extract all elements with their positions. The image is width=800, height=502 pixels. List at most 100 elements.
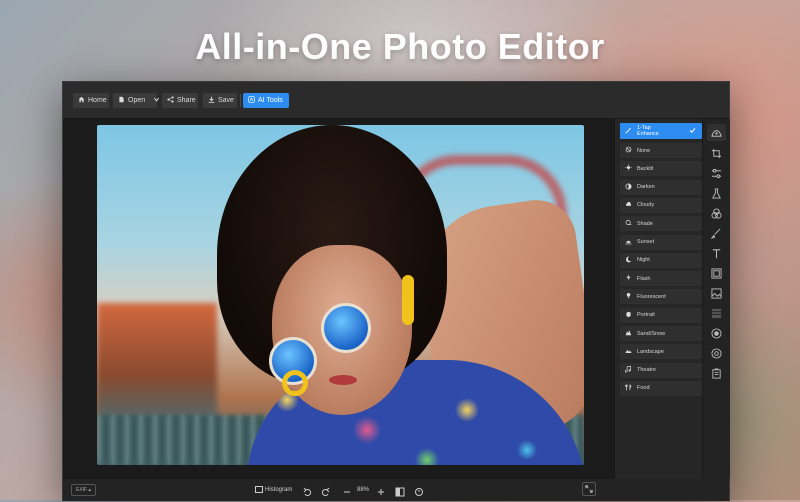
compare-icon[interactable] (395, 484, 405, 497)
preset-darken[interactable]: Darken (620, 179, 702, 195)
none-icon (625, 146, 632, 155)
preset-night[interactable]: Night (620, 252, 702, 268)
image-overlay-icon[interactable] (711, 286, 722, 299)
preset-label: None (637, 147, 651, 154)
photo-earring-right (402, 275, 414, 325)
text-icon[interactable] (711, 246, 722, 259)
sand-snow-icon (625, 329, 632, 338)
redo-icon[interactable] (320, 484, 330, 497)
preset-flash[interactable]: Flash (620, 271, 702, 287)
home-icon (78, 96, 85, 105)
fit-screen-button[interactable] (582, 482, 596, 496)
open-button[interactable]: Open (113, 93, 160, 108)
preset-label: Sunset (637, 239, 655, 245)
canvas-area[interactable] (63, 119, 614, 479)
save-button[interactable]: Save (203, 93, 237, 108)
photo-lips (329, 375, 357, 385)
darken-icon (625, 183, 632, 192)
photo-sunglass-lens-right (321, 303, 371, 353)
preset-label: Cloudy (637, 202, 655, 209)
histogram-label: Histogram (265, 487, 293, 493)
zoom-level: 88% (357, 487, 370, 493)
theatre-icon (624, 365, 632, 375)
preset-label: Portrait (637, 312, 655, 319)
preset-sand-snow[interactable]: Sand/Snow (620, 326, 702, 341)
histogram-button[interactable]: Histogram (255, 483, 292, 497)
photo-building (97, 303, 217, 423)
food-icon (625, 384, 632, 393)
enhance-tool-icon[interactable] (707, 124, 726, 141)
editor-window: Home Open Share Save AI Tools 1-Tap Enha… (62, 81, 730, 501)
fit-screen-icon (585, 480, 593, 498)
portrait-icon (625, 311, 632, 320)
download-icon (208, 96, 215, 105)
share-button[interactable]: Share (162, 93, 198, 108)
preset-shade[interactable]: Shade (620, 216, 702, 232)
ai-icon (248, 96, 255, 105)
vignette-icon[interactable] (711, 326, 722, 339)
preset-label: Night (637, 257, 650, 264)
open-label: Open (128, 97, 146, 104)
preset-label: Backlit (637, 165, 654, 172)
histogram-icon (255, 485, 263, 493)
color-circles-icon[interactable] (711, 206, 722, 219)
share-icon (167, 96, 174, 105)
flash-icon (625, 274, 632, 283)
zoom-in-icon[interactable] (376, 484, 386, 495)
backlit-icon (625, 164, 632, 173)
preset-label: Sand/Snow (637, 330, 666, 337)
ai-tools-label: AI Tools (258, 97, 283, 104)
preset-food[interactable]: Food (620, 380, 702, 396)
preset-label: Fluorescent (637, 293, 666, 300)
preset-cloudy[interactable]: Cloudy (620, 197, 702, 213)
cloud-icon (625, 201, 632, 210)
zoom-out-icon[interactable] (342, 484, 352, 494)
undo-icon[interactable] (303, 484, 313, 497)
presets-panel: 1-Tap Enhance None Backlit Darken Cloudy Shad… (614, 119, 703, 479)
preset-label: Flash (637, 275, 651, 282)
crop-icon[interactable] (711, 146, 722, 159)
preset-label: Darken (637, 184, 655, 191)
moon-icon (625, 256, 632, 265)
frame-icon[interactable] (711, 266, 722, 279)
flask-icon[interactable] (711, 186, 722, 199)
texture-icon[interactable] (711, 306, 722, 319)
preset-1-tap-enhance[interactable]: 1-Tap Enhance (620, 123, 702, 139)
file-icon (118, 96, 125, 105)
exif-label: EXIF (76, 487, 88, 493)
shade-icon (625, 219, 632, 228)
preset-backlit[interactable]: Backlit (620, 161, 702, 177)
landscape-icon (625, 347, 632, 356)
chevron-down-icon[interactable] (153, 96, 160, 105)
clipboard-icon[interactable] (711, 366, 722, 379)
reset-icon[interactable] (414, 484, 424, 496)
preset-label: Shade (637, 220, 653, 227)
preset-portrait[interactable]: Portrait (620, 307, 702, 323)
preset-label: Theatre (637, 367, 656, 374)
photo-earring-left (282, 370, 308, 396)
sunset-icon (625, 238, 632, 247)
save-label: Save (218, 97, 234, 104)
ai-tools-button[interactable]: AI Tools (243, 93, 289, 108)
tool-rail (702, 119, 730, 479)
checkmark-icon (689, 127, 697, 135)
home-label: Home (88, 97, 107, 104)
home-button[interactable]: Home (73, 93, 109, 108)
preset-fluorescent[interactable]: Fluorescent (620, 289, 702, 305)
toolbar-divider (240, 94, 241, 107)
brush-icon[interactable] (710, 226, 722, 239)
preset-landscape[interactable]: Landscape (620, 344, 702, 360)
top-toolbar: Home Open Share Save AI Tools (63, 82, 729, 119)
adjust-sliders-icon[interactable] (711, 166, 722, 179)
headline: All-in-One Photo Editor (195, 26, 605, 67)
preset-label: Food (637, 385, 650, 392)
preset-theatre[interactable]: Theatre (620, 362, 702, 378)
fluorescent-icon (625, 292, 632, 301)
photo-canvas[interactable] (97, 125, 584, 465)
exif-button[interactable]: EXIF ▴ (71, 484, 97, 496)
preset-none[interactable]: None (620, 143, 702, 158)
share-label: Share (177, 97, 196, 104)
preset-sunset[interactable]: Sunset (620, 234, 702, 250)
preset-label: 1-Tap Enhance (637, 125, 659, 137)
focus-icon[interactable] (711, 346, 722, 359)
